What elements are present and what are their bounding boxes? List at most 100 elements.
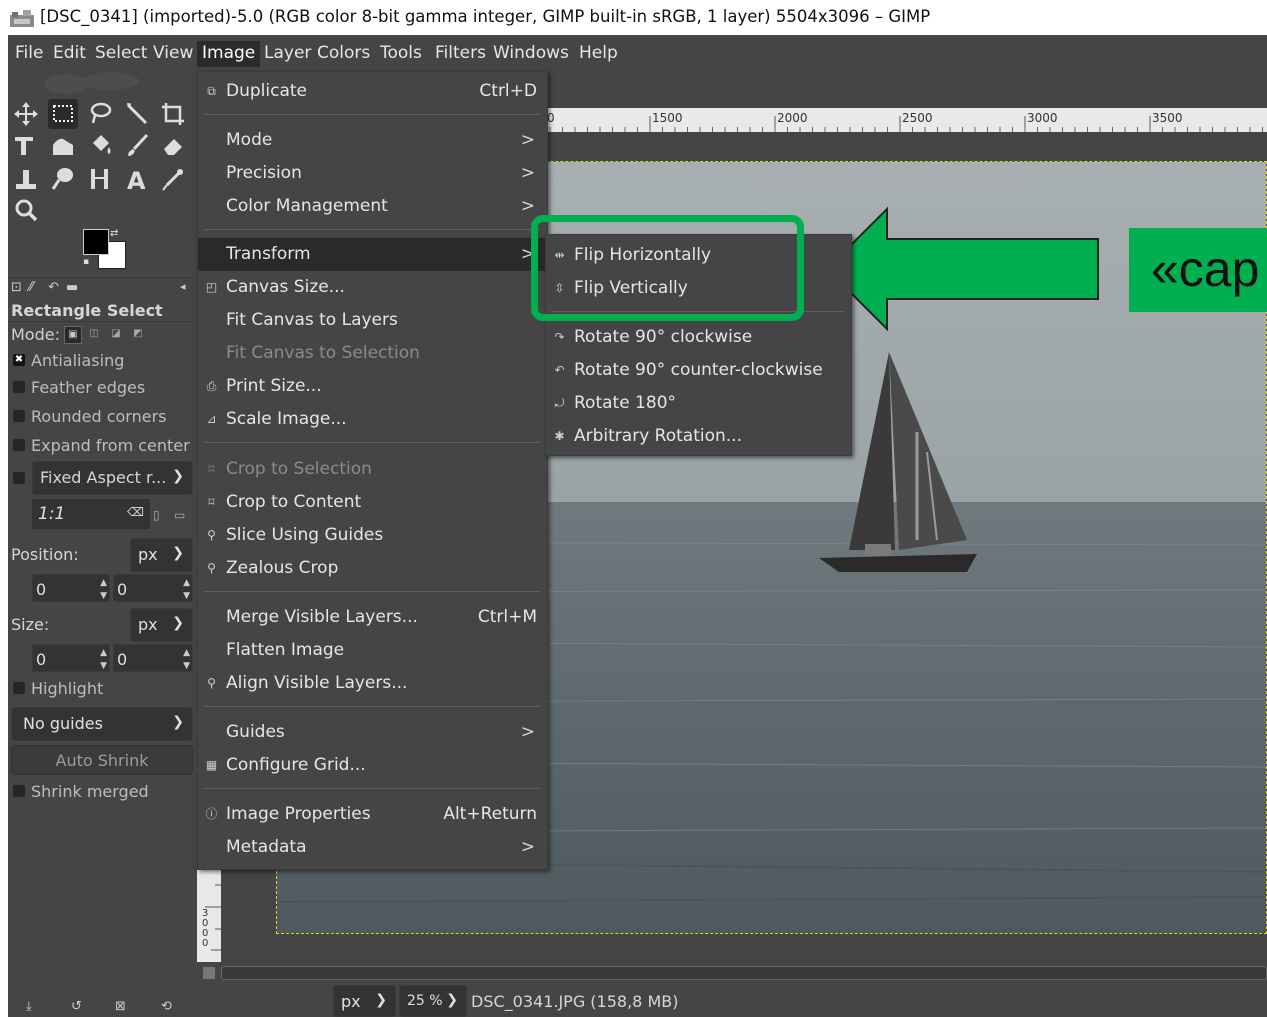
reset-tool-options-icon[interactable]: ⟲ [161,999,172,1014]
menu-item-rotate-180[interactable]: ⤾ Rotate 180° [546,387,851,420]
size-unit-combo[interactable]: px ❯ [130,608,193,642]
mode-intersect-icon[interactable]: ◩ [130,326,146,342]
eraser-tool-icon[interactable] [158,131,188,161]
menu-item-duplicate[interactable]: ⧉ Duplicate Ctrl+D [198,75,547,108]
antialiasing-checkbox[interactable]: ✖ [13,354,25,366]
menu-item-print-size[interactable]: ⎙ Print Size... [198,370,547,403]
menu-item-image-properties[interactable]: ⓘ Image Properties Alt+Return [198,798,547,831]
menu-item-mode[interactable]: Mode > [198,124,547,157]
feather-edges-checkbox[interactable] [13,381,25,393]
images-tab-icon[interactable]: ▬ [66,280,78,295]
shrink-merged-checkbox[interactable] [13,785,25,797]
menu-file[interactable]: File [10,41,48,67]
dock-menu-icon[interactable]: ◂ [180,280,186,293]
menu-item-label: Crop to Content [226,492,362,512]
default-colors-icon[interactable]: ▪ [83,257,89,267]
lasso-tool-icon[interactable] [85,99,115,129]
guides-combo[interactable]: No guides ❯ [11,707,193,741]
paintbrush-tool-icon[interactable] [122,131,152,161]
spin-arrows-icon[interactable]: ▲ ▼ [100,647,107,673]
menu-item-align-visible[interactable]: ⚲ Align Visible Layers... [198,667,547,700]
auto-shrink-button[interactable]: Auto Shrink [11,745,193,775]
zoom-combo[interactable]: 25 % ❯ [399,985,467,1017]
menu-item-rotate-90-ccw[interactable]: ↶ Rotate 90° counter-clockwise [546,354,851,387]
menu-help[interactable]: Help [574,41,623,67]
zoom-tool-icon[interactable] [11,195,41,225]
position-x-input[interactable]: 0 ▲ ▼ [32,574,110,602]
menu-item-merge-visible[interactable]: Merge Visible Layers... Ctrl+M [198,601,547,634]
menu-item-guides[interactable]: Guides > [198,716,547,749]
undo-history-tab-icon[interactable]: ↶ [48,280,59,295]
menu-select[interactable]: Select [90,41,152,67]
crop-tool-icon[interactable] [158,99,188,129]
highlight-checkbox[interactable] [13,682,25,694]
aspect-ratio-field[interactable]: 1:1 ⌫ [32,499,150,529]
navigate-icon[interactable] [203,967,215,979]
spin-arrows-icon[interactable]: ▲ ▼ [100,577,107,603]
menu-filters[interactable]: Filters [430,41,491,67]
menu-windows[interactable]: Windows [488,41,574,67]
spin-arrows-icon[interactable]: ▲ ▼ [183,647,190,673]
dodge-burn-tool-icon[interactable] [85,164,115,194]
menu-item-rotate-90-cw[interactable]: ↷ Rotate 90° clockwise [546,321,851,354]
unit-combo[interactable]: px ❯ [333,985,396,1017]
swap-colors-icon[interactable]: ⇄ [110,228,118,239]
restore-tool-preset-icon[interactable]: ↺ [71,999,82,1014]
foreground-color-swatch[interactable] [83,229,109,255]
landscape-icon[interactable]: ▭ [174,508,185,522]
device-status-tab-icon[interactable]: ⁄⁄ [29,280,33,295]
menu-item-slice-guides[interactable]: ⚲ Slice Using Guides [198,519,547,552]
mode-add-icon[interactable]: ◫ [86,326,102,342]
delete-tool-preset-icon[interactable]: ⊠ [115,999,126,1014]
menu-item-transform[interactable]: Transform > [198,238,547,271]
mode-replace-icon[interactable]: ▣ [64,326,82,344]
size-x-input[interactable]: 0 ▲ ▼ [32,644,110,672]
position-y-input[interactable]: 0 ▲ ▼ [113,574,193,602]
menu-item-metadata[interactable]: Metadata > [198,831,547,864]
fuzzy-select-tool-icon[interactable] [122,99,152,129]
horizontal-scrollbar[interactable] [221,966,1267,980]
position-label: Position: [11,545,79,564]
menu-item-flatten[interactable]: Flatten Image [198,634,547,667]
portrait-icon[interactable]: ▯ [153,508,160,522]
menu-item-crop-content[interactable]: ⌑ Crop to Content [198,486,547,519]
menu-item-canvas-size[interactable]: ◰ Canvas Size... [198,271,547,304]
unified-transform-tool-icon[interactable] [11,131,41,161]
rotate-180-icon: ⤾ [554,396,565,410]
position-unit-combo[interactable]: px ❯ [130,538,193,572]
menu-view[interactable]: View [148,41,198,67]
menu-item-zealous-crop[interactable]: ⚲ Zealous Crop [198,552,547,585]
fixed-aspect-combo[interactable]: Fixed Aspect r... ❯ [32,461,193,495]
fixed-aspect-checkbox[interactable] [13,472,25,484]
rectangle-select-tool-icon[interactable] [48,99,78,129]
warp-transform-tool-icon[interactable] [48,131,78,161]
move-tool-icon[interactable] [11,99,41,129]
mode-subtract-icon[interactable]: ◪ [108,326,124,342]
menu-item-scale-image[interactable]: ⊿ Scale Image... [198,403,547,436]
menu-layer[interactable]: Layer [259,41,316,67]
menu-colors[interactable]: Colors [312,41,375,67]
horizontal-ruler[interactable]: 0 1500 2000 2500 3000 3500 [546,108,1267,132]
save-tool-preset-icon[interactable]: ⤓ [26,999,32,1014]
menu-item-fit-canvas-layers[interactable]: Fit Canvas to Layers [198,304,547,337]
vertical-ruler[interactable]: 3000 [197,855,221,962]
size-y-input[interactable]: 0 ▲ ▼ [113,644,193,672]
menu-item-configure-grid[interactable]: ▦ Configure Grid... [198,749,547,782]
clone-tool-icon[interactable] [11,164,41,194]
menu-item-precision[interactable]: Precision > [198,157,547,190]
menu-item-color-management[interactable]: Color Management > [198,190,547,223]
color-picker-tool-icon[interactable] [158,164,188,194]
rounded-corners-checkbox[interactable] [13,410,25,422]
menu-edit[interactable]: Edit [48,41,91,67]
menu-bar: File Edit Select View Image Layer Colors… [8,35,1267,71]
clear-field-icon[interactable]: ⌫ [127,505,144,519]
menu-image[interactable]: Image [197,41,261,67]
expand-from-center-checkbox[interactable] [13,439,25,451]
bucket-fill-tool-icon[interactable] [85,131,115,161]
smudge-tool-icon[interactable] [48,164,78,194]
text-tool-icon[interactable]: A [122,164,152,195]
menu-tools[interactable]: Tools [375,41,427,67]
tool-options-tab-icon[interactable]: ⊡ [11,280,22,295]
spin-arrows-icon[interactable]: ▲ ▼ [183,577,190,603]
menu-item-arbitrary-rotation[interactable]: ✱ Arbitrary Rotation... [546,420,851,453]
